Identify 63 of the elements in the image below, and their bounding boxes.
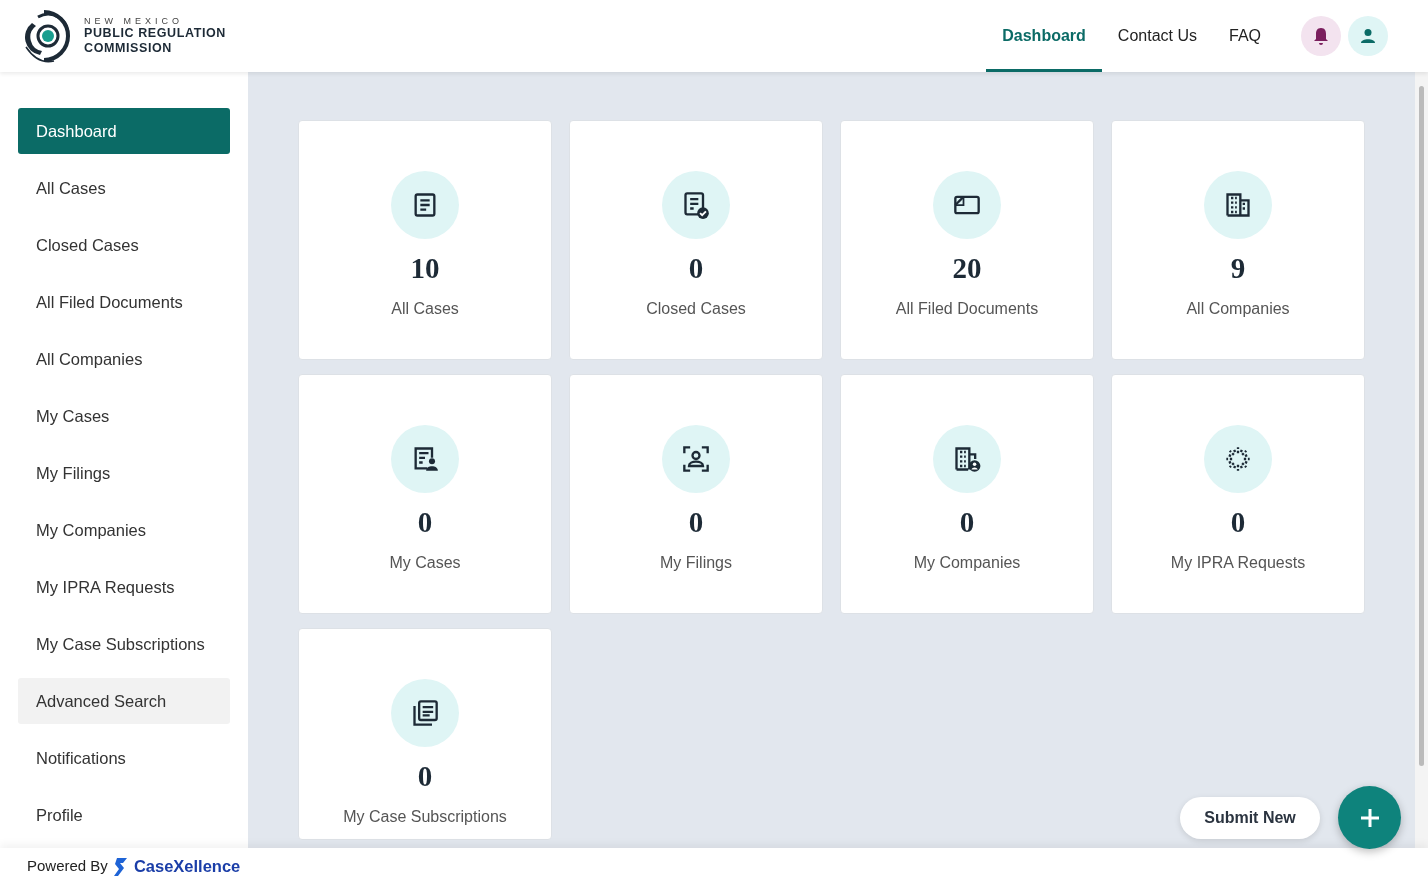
add-button[interactable] bbox=[1338, 786, 1401, 849]
dashboard-card[interactable]: 9 All Companies bbox=[1111, 120, 1365, 360]
building-icon bbox=[1224, 191, 1252, 219]
card-label: All Companies bbox=[1186, 298, 1290, 319]
card-label: All Filed Documents bbox=[895, 298, 1039, 319]
dashboard-card[interactable]: 10 All Cases bbox=[298, 120, 552, 360]
sidebar-item[interactable]: Notifications bbox=[18, 735, 230, 781]
powered-by-text: Powered By bbox=[27, 856, 108, 877]
sidebar-item[interactable]: Closed Cases bbox=[18, 222, 230, 268]
document-check-icon bbox=[682, 191, 710, 219]
card-count: 0 bbox=[1230, 507, 1246, 539]
card-label: My Cases bbox=[389, 552, 461, 573]
card-label: My Filings bbox=[660, 552, 732, 573]
card-count: 10 bbox=[410, 253, 440, 285]
card-label: My Companies bbox=[913, 552, 1021, 573]
card-count: 20 bbox=[952, 253, 982, 285]
sidebar-item[interactable]: My IPRA Requests bbox=[18, 564, 230, 610]
sidebar-item[interactable]: My Filings bbox=[18, 450, 230, 496]
card-count: 0 bbox=[417, 507, 433, 539]
logo-title: COMMISSION bbox=[84, 40, 173, 56]
card-label: All Cases bbox=[391, 298, 459, 319]
brand-logo-icon bbox=[113, 857, 128, 876]
submit-new-tooltip: Submit New bbox=[1180, 797, 1320, 839]
card-label: My IPRA Requests bbox=[1170, 552, 1306, 573]
person-icon bbox=[1360, 28, 1376, 44]
notifications-button[interactable] bbox=[1301, 16, 1341, 56]
card-label: Closed Cases bbox=[646, 298, 746, 319]
documents-icon bbox=[411, 699, 439, 727]
person-frame-icon bbox=[682, 445, 710, 473]
scrollbar[interactable] bbox=[1415, 72, 1428, 848]
sidebar-item[interactable]: My Case Subscriptions bbox=[18, 621, 230, 667]
card-count: 0 bbox=[959, 507, 975, 539]
dashboard-card[interactable]: 0 Closed Cases bbox=[569, 120, 823, 360]
card-label: My Case Subscriptions bbox=[343, 806, 507, 827]
nav-link[interactable]: Dashboard bbox=[986, 0, 1102, 72]
bell-icon bbox=[1313, 26, 1329, 46]
dashboard-card[interactable]: 0 My Case Subscriptions bbox=[298, 628, 552, 840]
sidebar-item[interactable]: My Cases bbox=[18, 393, 230, 439]
nav-link[interactable]: Contact Us bbox=[1101, 0, 1213, 72]
card-count: 0 bbox=[688, 253, 704, 285]
sidebar-item[interactable]: All Companies bbox=[18, 336, 230, 382]
dashboard-card[interactable]: 0 My Cases bbox=[298, 374, 552, 614]
sidebar-item[interactable]: Profile bbox=[18, 792, 230, 838]
card-count: 0 bbox=[417, 761, 433, 793]
card-count: 9 bbox=[1230, 253, 1246, 285]
sidebar-item[interactable]: My Companies bbox=[18, 507, 230, 553]
logo-subtitle: NEW MEXICO bbox=[84, 16, 184, 26]
burst-icon bbox=[1224, 445, 1252, 473]
dashboard-card[interactable]: 0 My IPRA Requests bbox=[1111, 374, 1365, 614]
dashboard-card[interactable]: 0 My Companies bbox=[840, 374, 1094, 614]
sidebar-item[interactable]: Dashboard bbox=[18, 108, 230, 154]
plus-icon bbox=[1359, 807, 1380, 828]
logo-title: PUBLIC REGULATION bbox=[84, 25, 226, 41]
brand-name: CaseXellence bbox=[133, 856, 241, 878]
sidebar-item[interactable]: All Filed Documents bbox=[18, 279, 230, 325]
profile-button[interactable] bbox=[1348, 16, 1388, 56]
building-person-icon bbox=[953, 445, 981, 473]
nav-link[interactable]: FAQ bbox=[1213, 0, 1277, 72]
sidebar-item[interactable]: Advanced Search bbox=[18, 678, 230, 724]
dashboard-card[interactable]: 0 My Filings bbox=[569, 374, 823, 614]
card-count: 0 bbox=[688, 507, 704, 539]
sidebar-item[interactable]: All Cases bbox=[18, 165, 230, 211]
dashboard-card[interactable]: 20 All Filed Documents bbox=[840, 120, 1094, 360]
